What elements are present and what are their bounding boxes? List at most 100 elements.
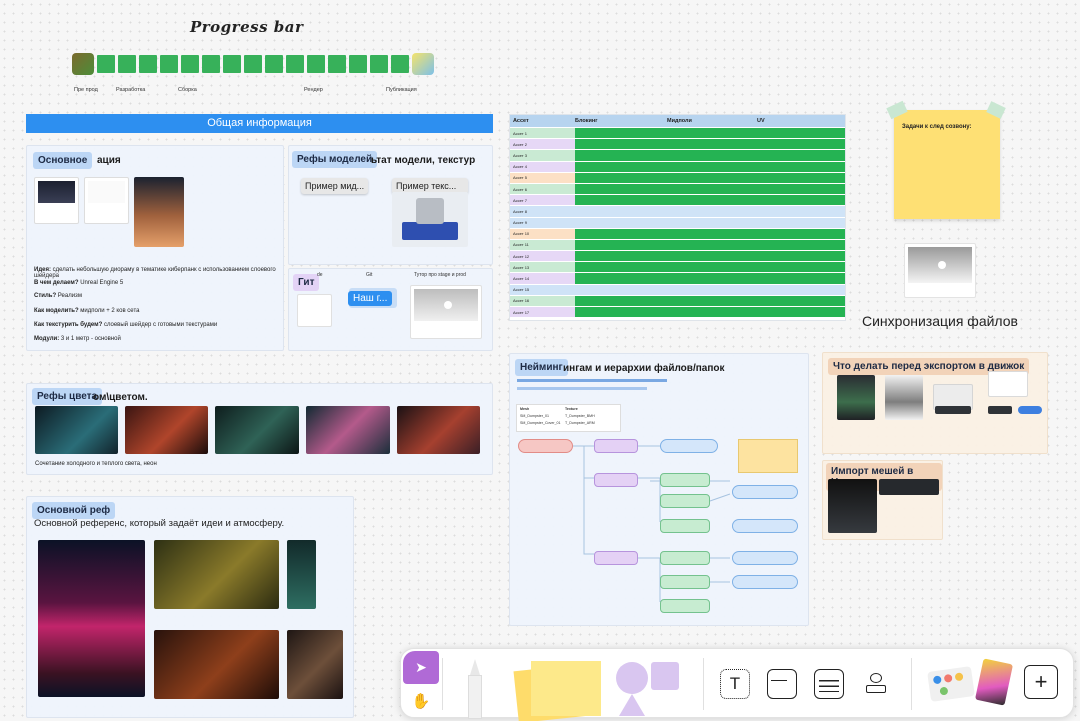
sync-video-card[interactable] (904, 243, 976, 298)
sticky-note-icon[interactable] (531, 661, 601, 716)
table-row[interactable]: Ассет 11 (510, 238, 845, 251)
status-cell[interactable] (575, 183, 845, 195)
color-ref-image[interactable] (125, 406, 208, 454)
status-cell[interactable] (575, 139, 845, 150)
table-row[interactable]: Ассет 13 (510, 261, 845, 273)
model-refs-tag[interactable]: Рефы моделей (292, 151, 378, 168)
color-ref-image[interactable] (35, 406, 118, 454)
main-ref-image[interactable] (154, 630, 279, 699)
status-cell[interactable] (575, 172, 845, 183)
diagram-node[interactable] (594, 473, 638, 487)
basic-frame[interactable]: Основное ация Идея: сделать небольшую ди… (26, 145, 284, 351)
table-row[interactable]: Ассет 6 (510, 182, 845, 195)
diagram-node[interactable] (732, 575, 798, 589)
status-cell[interactable] (575, 251, 845, 262)
table-row[interactable]: Ассет 7 (510, 194, 845, 206)
diagram-node[interactable] (732, 519, 798, 533)
status-cell[interactable] (575, 307, 845, 318)
sticky-note[interactable]: Задачи к след созвону: (894, 110, 1000, 219)
color-ref-image[interactable] (306, 406, 390, 454)
export-button[interactable] (1018, 406, 1042, 414)
our-git-button[interactable]: Наш г... (348, 291, 393, 306)
main-ref-image[interactable] (38, 540, 145, 697)
import-screenshot[interactable] (828, 479, 877, 533)
status-cell[interactable] (575, 161, 845, 172)
diagram-node[interactable] (732, 485, 798, 499)
basic-tag[interactable]: Основное (33, 152, 93, 169)
reference-card[interactable] (34, 177, 79, 224)
stove-image[interactable] (392, 192, 468, 247)
asset-sheet[interactable]: Ассет Блокинг Мидполи UV Ассет 1 Ассет 2А… (509, 114, 846, 321)
status-cell[interactable] (575, 206, 845, 217)
text-tool-icon[interactable]: T (720, 669, 750, 699)
color-refs-frame[interactable]: Рефы цвета ом\цветом. Сочетание холодног… (26, 383, 493, 475)
export-image[interactable] (885, 375, 923, 420)
naming-frame[interactable]: Нейминг ингам и иерархии файлов/папок Me… (509, 353, 809, 626)
status-cell[interactable] (575, 295, 845, 306)
diagram-node[interactable] (660, 473, 710, 487)
status-cell[interactable] (575, 262, 845, 273)
export-image[interactable] (837, 375, 875, 420)
import-frame[interactable]: Импорт мешей в Unr... (822, 460, 943, 540)
table-row[interactable]: Ассет 2 (510, 138, 845, 150)
diagram-node[interactable] (732, 551, 798, 565)
table-row[interactable]: Ассет 4 (510, 160, 845, 172)
status-cell[interactable] (575, 273, 845, 284)
table-row[interactable]: Ассет 10 (510, 227, 845, 239)
model-refs-frame[interactable]: Рефы моделей ьтат модели, текстур Пример… (288, 145, 493, 265)
reference-card[interactable] (84, 177, 129, 224)
main-ref-frame[interactable]: Основной реф Основной референс, который … (26, 496, 354, 718)
stamp-icon[interactable] (861, 669, 891, 699)
table-row[interactable]: Ассет 17 (510, 306, 845, 318)
git-tag[interactable]: Гит (293, 274, 320, 291)
status-cell[interactable] (575, 195, 845, 206)
palette-sticker-icon[interactable] (927, 666, 975, 702)
cursor-icon[interactable]: ➤ (403, 651, 439, 684)
diagram-node[interactable] (660, 551, 710, 565)
diagram-note[interactable] (738, 439, 798, 473)
sticker-pack-icon[interactable] (974, 658, 1014, 706)
table-row[interactable]: Ассет 8 (510, 205, 845, 217)
shapes-icon[interactable] (616, 662, 648, 694)
status-cell[interactable] (575, 239, 845, 251)
frame-tool-icon[interactable] (767, 669, 797, 699)
shapes-icon[interactable] (619, 694, 645, 716)
diagram-node[interactable] (660, 439, 718, 453)
status-cell[interactable] (575, 150, 845, 161)
table-tool-icon[interactable] (814, 669, 844, 699)
main-ref-image[interactable] (287, 630, 343, 699)
color-ref-image[interactable] (215, 406, 299, 454)
diagram-node[interactable] (518, 439, 573, 453)
diagram-node[interactable] (594, 551, 638, 565)
general-info-banner[interactable]: Общая информация (26, 114, 493, 133)
main-ref-tag[interactable]: Основной реф (32, 502, 116, 519)
diagram-node[interactable] (660, 575, 710, 589)
diagram-node[interactable] (594, 439, 638, 453)
status-cell[interactable] (575, 228, 845, 239)
diagram-node[interactable] (660, 519, 710, 533)
export-image[interactable] (988, 406, 1012, 414)
table-row[interactable]: Ассет 1 (510, 127, 845, 139)
git-tutorial-video[interactable] (410, 285, 482, 339)
diagram-node[interactable] (660, 494, 710, 508)
git-card[interactable] (297, 294, 332, 327)
table-row[interactable]: Ассет 3 (510, 149, 845, 161)
table-row[interactable]: Ассет 15 (510, 283, 845, 295)
plus-icon[interactable]: + (1024, 665, 1058, 699)
import-screenshot[interactable] (879, 479, 939, 495)
play-icon[interactable] (938, 261, 946, 269)
status-cell[interactable] (575, 128, 845, 139)
hand-icon[interactable]: ✋ (403, 684, 439, 717)
status-cell[interactable] (575, 217, 845, 228)
table-row[interactable]: Ассет 5 (510, 171, 845, 183)
main-ref-image[interactable] (154, 540, 279, 609)
table-row[interactable]: Ассет 14 (510, 272, 845, 284)
example-midpoly-card[interactable]: Пример мид... (301, 178, 369, 194)
pen-icon[interactable] (463, 659, 485, 719)
export-image[interactable] (988, 371, 1028, 397)
diorama-image[interactable] (134, 177, 184, 247)
color-refs-tag[interactable]: Рефы цвета (32, 388, 103, 405)
diagram-node[interactable] (660, 599, 710, 613)
table-row[interactable]: Ассет 9 (510, 216, 845, 228)
shapes-icon[interactable] (651, 662, 679, 690)
